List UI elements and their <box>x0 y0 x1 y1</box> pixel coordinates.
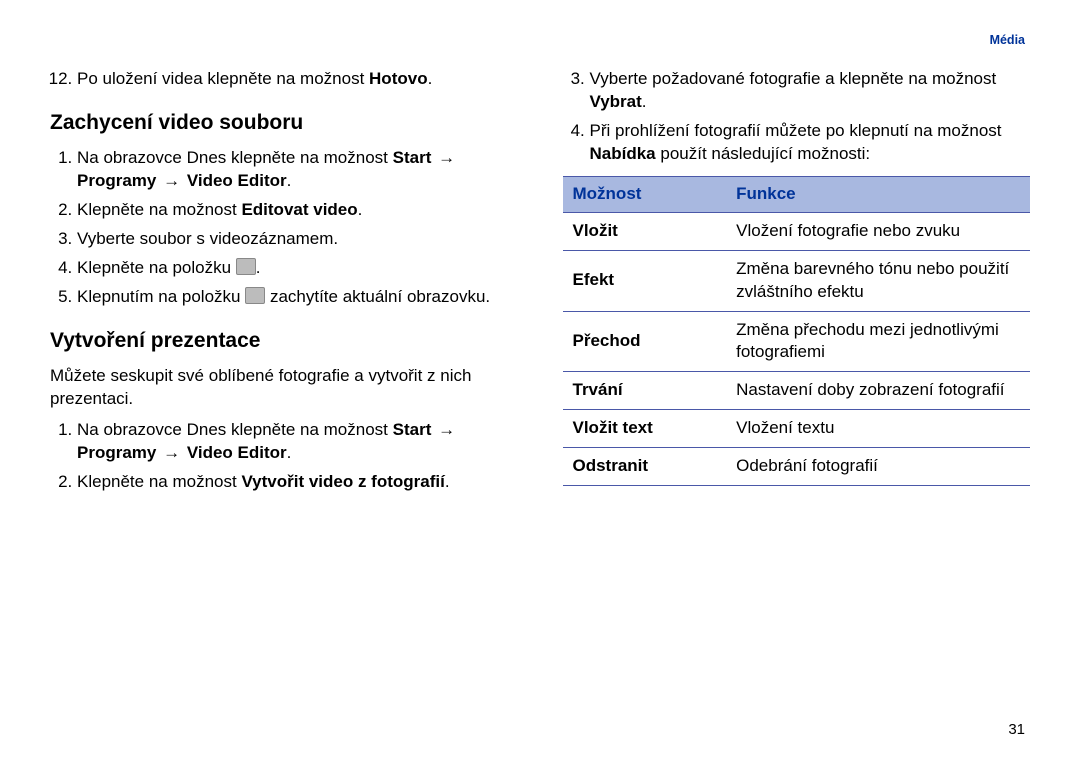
list-item: Klepnutím na položku zachytíte aktuální … <box>77 286 518 309</box>
options-table: Možnost Funkce VložitVložení fotografie … <box>563 176 1031 486</box>
list-item: Na obrazovce Dnes klepněte na možnost St… <box>77 147 518 193</box>
step-bold: Vybrat <box>590 92 642 111</box>
step-bold: Vytvořit video z fotografií <box>241 472 444 491</box>
step-text: Na obrazovce Dnes klepněte na možnost <box>77 420 393 439</box>
col-option: Možnost <box>563 176 727 212</box>
presentation-steps: Na obrazovce Dnes klepněte na možnost St… <box>50 419 518 494</box>
option-name: Odstranit <box>563 448 727 486</box>
step-text: . <box>287 171 292 190</box>
toolbar-icon <box>245 287 265 304</box>
step-bold: Start <box>393 420 432 439</box>
list-item: Klepněte na možnost Editovat video. <box>77 199 518 222</box>
section-header: Média <box>990 32 1025 49</box>
toolbar-icon <box>236 258 256 275</box>
option-function: Změna barevného tónu nebo použití zvlášt… <box>726 250 1030 311</box>
step-text: Vyberte požadované fotografie a klepněte… <box>590 69 997 88</box>
col-function: Funkce <box>726 176 1030 212</box>
table-row: TrváníNastavení doby zobrazení fotografi… <box>563 372 1031 410</box>
step-bold: Programy <box>77 171 156 190</box>
option-name: Efekt <box>563 250 727 311</box>
capture-video-steps: Na obrazovce Dnes klepněte na možnost St… <box>50 147 518 309</box>
step-bold: Hotovo <box>369 69 428 88</box>
step-text: Klepnutím na položku <box>77 287 245 306</box>
step-text: Na obrazovce Dnes klepněte na možnost <box>77 148 393 167</box>
option-function: Odebrání fotografií <box>726 448 1030 486</box>
table-header-row: Možnost Funkce <box>563 176 1031 212</box>
page-number: 31 <box>1008 720 1025 740</box>
previous-steps-continuation: Po uložení videa klepněte na možnost Hot… <box>50 68 518 91</box>
step-text: Při prohlížení fotografií můžete po klep… <box>590 121 1002 140</box>
step-bold: Editovat video <box>241 200 357 219</box>
option-name: Trvání <box>563 372 727 410</box>
step-text: Klepněte na možnost <box>77 200 241 219</box>
step-text: . <box>287 443 292 462</box>
arrow-icon: → <box>156 443 186 462</box>
step-text: Vyberte soubor s videozáznamem. <box>77 229 338 248</box>
left-column: Po uložení videa klepněte na možnost Hot… <box>50 62 518 502</box>
list-item: Klepněte na položku . <box>77 257 518 280</box>
step-bold: Start <box>393 148 432 167</box>
step-text: Po uložení videa klepněte na možnost <box>77 69 369 88</box>
step-tail: . <box>428 69 433 88</box>
step-bold: Nabídka <box>590 144 656 163</box>
presentation-steps-continued: Vyberte požadované fotografie a klepněte… <box>563 68 1031 166</box>
step-12: Po uložení videa klepněte na možnost Hot… <box>77 68 518 91</box>
table-row: VložitVložení fotografie nebo zvuku <box>563 212 1031 250</box>
step-text: . <box>445 472 450 491</box>
arrow-icon: → <box>431 148 457 167</box>
list-item: Klepněte na možnost Vytvořit video z fot… <box>77 471 518 494</box>
step-text: . <box>256 258 261 277</box>
step-bold: Video Editor <box>187 443 287 462</box>
manual-page: Média Po uložení videa klepněte na možno… <box>0 0 1080 765</box>
list-item: Na obrazovce Dnes klepněte na možnost St… <box>77 419 518 465</box>
option-function: Změna přechodu mezi jednotlivými fotogra… <box>726 311 1030 372</box>
step-text: Klepněte na možnost <box>77 472 241 491</box>
two-column-layout: Po uložení videa klepněte na možnost Hot… <box>50 62 1030 502</box>
right-column: Vyberte požadované fotografie a klepněte… <box>563 62 1031 502</box>
list-item: Vyberte soubor s videozáznamem. <box>77 228 518 251</box>
table-row: OdstranitOdebrání fotografií <box>563 448 1031 486</box>
presentation-intro: Můžete seskupit své oblíbené fotografie … <box>50 365 518 411</box>
option-function: Vložení fotografie nebo zvuku <box>726 212 1030 250</box>
step-text: zachytíte aktuální obrazovku. <box>265 287 490 306</box>
table-row: Vložit textVložení textu <box>563 410 1031 448</box>
heading-capture-video: Zachycení video souboru <box>50 109 518 137</box>
list-item: Při prohlížení fotografií můžete po klep… <box>590 120 1031 166</box>
step-text: Klepněte na položku <box>77 258 236 277</box>
option-name: Vložit text <box>563 410 727 448</box>
option-name: Přechod <box>563 311 727 372</box>
table-row: EfektZměna barevného tónu nebo použití z… <box>563 250 1031 311</box>
arrow-icon: → <box>431 420 457 439</box>
step-text: . <box>358 200 363 219</box>
option-function: Nastavení doby zobrazení fotografií <box>726 372 1030 410</box>
step-bold: Video Editor <box>187 171 287 190</box>
heading-create-presentation: Vytvoření prezentace <box>50 327 518 355</box>
table-row: PřechodZměna přechodu mezi jednotlivými … <box>563 311 1031 372</box>
option-function: Vložení textu <box>726 410 1030 448</box>
step-bold: Programy <box>77 443 156 462</box>
step-text: použít následující možnosti: <box>656 144 871 163</box>
step-text: . <box>642 92 647 111</box>
arrow-icon: → <box>156 171 186 190</box>
list-item: Vyberte požadované fotografie a klepněte… <box>590 68 1031 114</box>
option-name: Vložit <box>563 212 727 250</box>
